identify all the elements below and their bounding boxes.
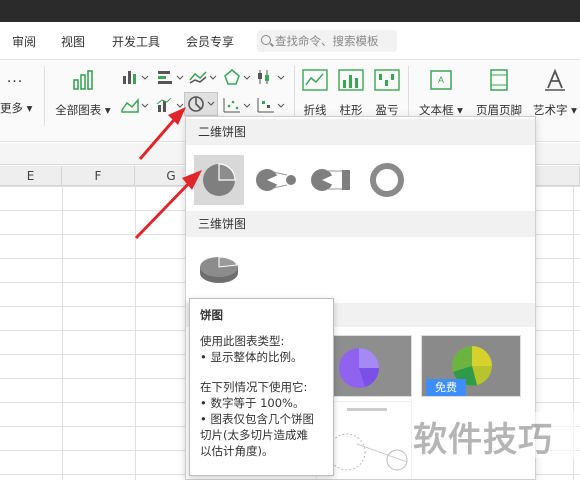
tooltip-line-6: 切片(太多切片造成难 <box>200 428 308 442</box>
wordart-icon <box>545 68 565 91</box>
tooltip-line-4: • 数字等于 100%。 <box>200 396 305 410</box>
bar-chart-dropdown-icon[interactable] <box>155 68 189 86</box>
tooltip-line-2: • 显示整体的比例。 <box>200 350 303 364</box>
column-sparkline-icon <box>338 69 364 91</box>
pie-of-pie-icon <box>256 169 296 191</box>
tooltip-title: 饼图 <box>200 308 223 322</box>
section-2d-pie: 二维饼图 <box>186 119 535 145</box>
tooltip-line-5: • 图表仅包含几个饼图 <box>200 412 314 426</box>
search-placeholder: 查找命令、搜索模板 <box>275 34 379 48</box>
menu-tab-view[interactable]: 视图 <box>61 33 85 50</box>
section-3d-pie: 三维饼图 <box>186 211 535 237</box>
column-chart-dropdown-icon[interactable] <box>120 68 154 86</box>
header-footer-button[interactable]: 页眉页脚 <box>472 68 526 118</box>
pie-chart-icon <box>188 96 215 112</box>
all-charts-icon <box>73 70 93 90</box>
all-charts-button[interactable]: 全部图表 ▾ <box>52 68 114 118</box>
pie-basic-icon <box>203 163 236 196</box>
tooltip-line-1: 使用此图表类型: <box>200 334 285 348</box>
tooltip-line-7: 以估计角度)。 <box>200 444 274 458</box>
winloss-sparkline-button[interactable]: 盈亏 <box>370 68 404 118</box>
line-chart-dropdown-icon[interactable] <box>188 68 222 86</box>
area-chart-dropdown-icon[interactable] <box>120 96 154 114</box>
wordart-label: 艺术字 <box>533 103 568 117</box>
search-icon <box>261 35 271 45</box>
pie-option-pie-of-pie[interactable] <box>251 155 301 205</box>
bar-of-pie-icon <box>311 169 350 191</box>
pie-option-doughnut[interactable] <box>362 155 412 205</box>
menu-tab-review[interactable]: 审阅 <box>12 33 36 50</box>
pie-option-bar-of-pie[interactable] <box>306 155 356 205</box>
line-sparkline-button[interactable]: 折线 <box>298 68 332 118</box>
column-sparkline-button[interactable]: 柱形 <box>334 68 368 118</box>
doughnut-icon <box>370 163 404 197</box>
title-bar <box>0 0 580 22</box>
header-footer-icon <box>490 69 508 91</box>
stock-chart-dropdown-icon[interactable] <box>256 68 290 86</box>
menu-tab-member[interactable]: 会员专享 <box>186 33 234 50</box>
line-sparkline-icon <box>302 69 328 91</box>
all-charts-label: 全部图表 <box>55 103 102 117</box>
winloss-sparkline-icon <box>374 69 400 91</box>
watermark-text: 软件技巧 <box>413 412 578 460</box>
more-dots-icon: ··· <box>6 74 24 90</box>
column-header-f[interactable]: F <box>62 166 135 186</box>
textbox-label: 文本框 <box>419 103 454 117</box>
free-badge: 免费 <box>426 379 466 396</box>
command-search-input[interactable]: 查找命令、搜索模板 <box>257 30 397 52</box>
menu-tab-developer[interactable]: 开发工具 <box>112 33 160 50</box>
textbox-icon: A <box>430 70 452 90</box>
svg-text:A: A <box>438 75 444 85</box>
pie-chart-dropdown-button[interactable] <box>184 92 218 116</box>
pie-option-basic[interactable] <box>194 155 244 205</box>
scatter-chart-dropdown-icon[interactable] <box>222 96 256 114</box>
radar-chart-dropdown-icon[interactable] <box>222 68 256 86</box>
wordart-button[interactable]: 艺术字 ▾ <box>530 68 580 118</box>
tooltip-line-3: 在下列情况下使用它: <box>200 380 308 394</box>
template-thumbnail-2[interactable]: 免费 <box>421 335 521 397</box>
textbox-button[interactable]: A 文本框 ▾ <box>412 68 470 118</box>
pie-chart-tooltip: 饼图 使用此图表类型: • 显示整体的比例。 在下列情况下使用它: • 数字等于… <box>189 298 334 476</box>
pie-option-3d[interactable] <box>194 243 244 293</box>
pie-3d-icon <box>200 256 238 283</box>
more-label: 更多 <box>0 101 23 115</box>
other-chart-dropdown-icon[interactable] <box>256 96 290 114</box>
more-button[interactable]: ··· 更多 ▾ <box>0 74 32 116</box>
column-header-e[interactable]: E <box>0 166 62 186</box>
